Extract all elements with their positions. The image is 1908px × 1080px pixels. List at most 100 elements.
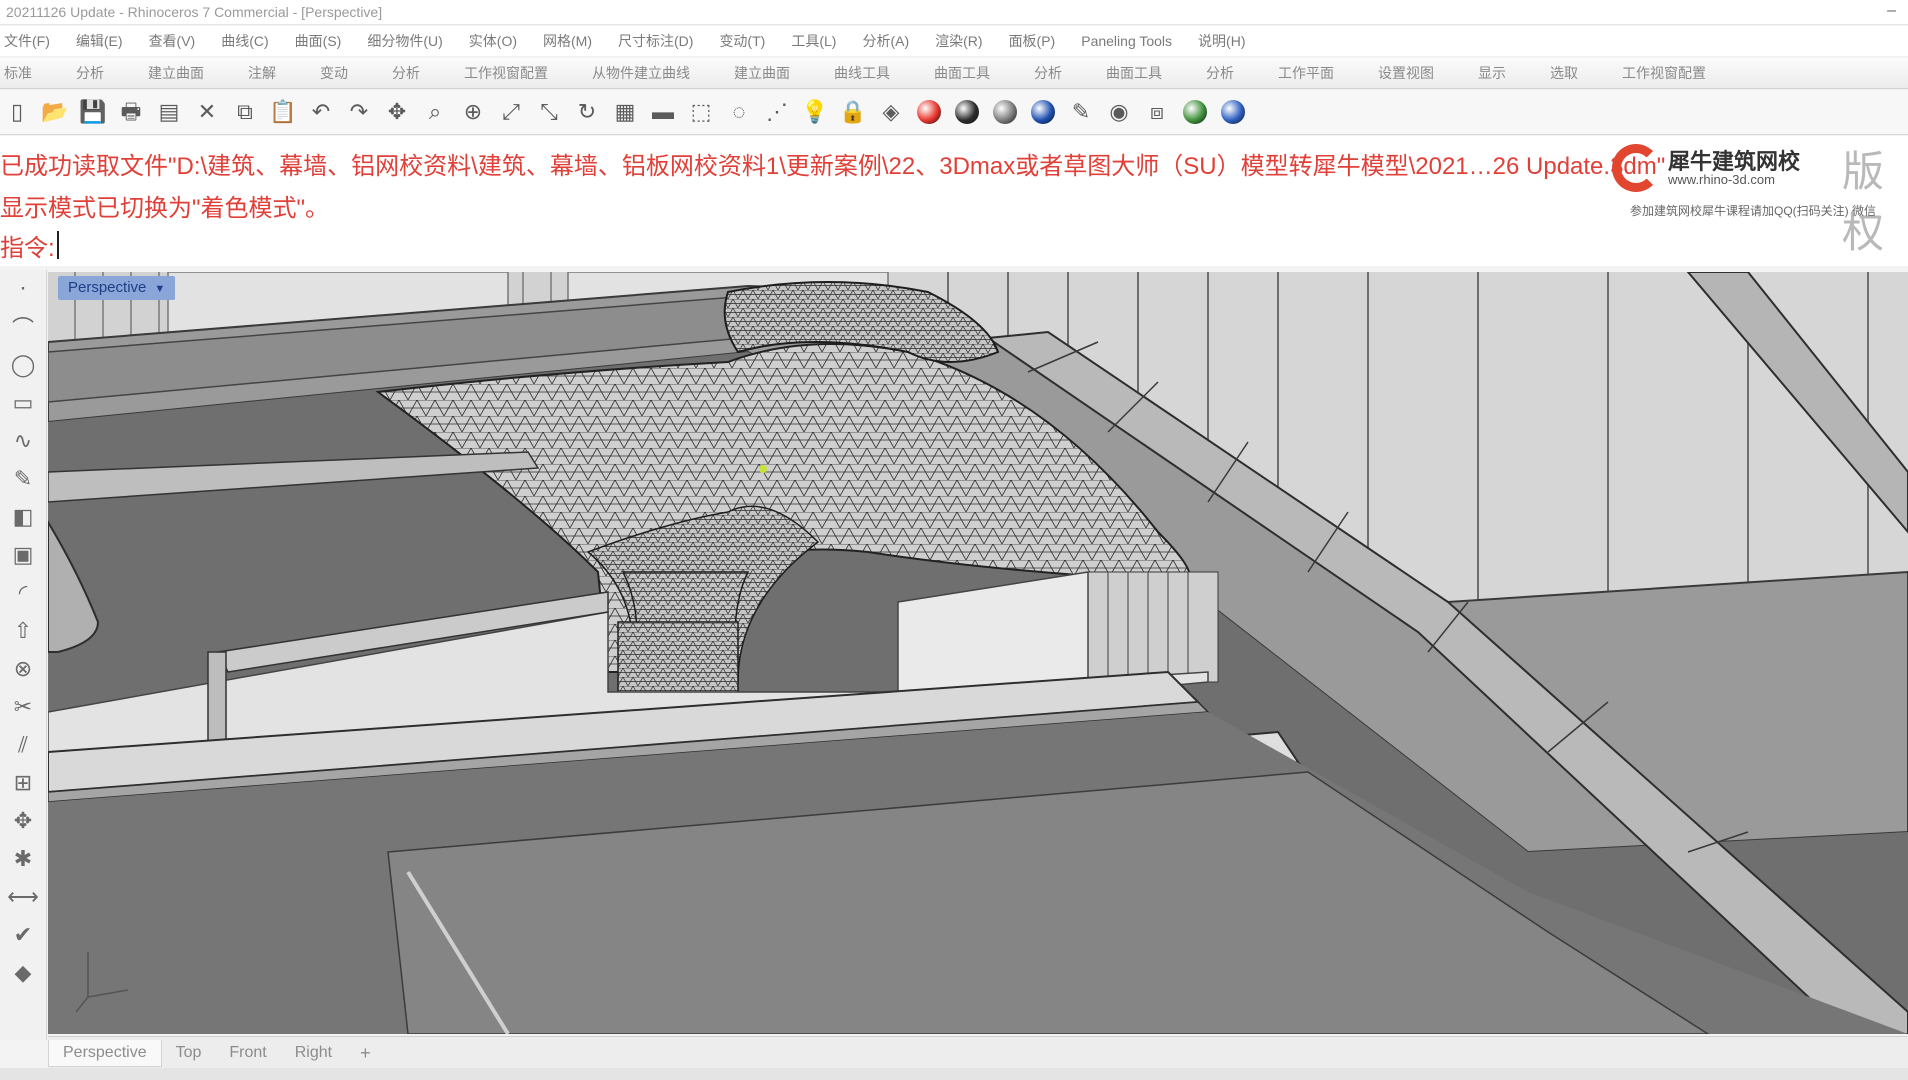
- toolbar-tab[interactable]: 标准: [0, 58, 54, 88]
- shaded-icon[interactable]: ◆: [0, 954, 46, 992]
- menu-item[interactable]: 曲线(C): [221, 31, 268, 51]
- toolbar-tab[interactable]: 分析: [370, 58, 442, 88]
- menu-item[interactable]: 变动(T): [719, 31, 765, 51]
- toolbar-tab[interactable]: 注解: [226, 58, 298, 88]
- toolbar-tab[interactable]: 分析: [54, 58, 126, 88]
- new-file-icon[interactable]: ▯: [2, 97, 32, 127]
- box-solid-icon[interactable]: ▣: [0, 536, 46, 574]
- toolbar-tab[interactable]: 分析: [1184, 58, 1256, 88]
- join-icon[interactable]: ⊞: [0, 764, 46, 802]
- help-icon[interactable]: [1218, 97, 1248, 127]
- zoom-selected-icon[interactable]: ⤡: [534, 97, 564, 127]
- menu-item[interactable]: 渲染(R): [935, 31, 982, 51]
- pan-icon[interactable]: ✥: [382, 97, 412, 127]
- rectangle-icon[interactable]: ▭: [0, 384, 46, 422]
- viewport-layout-icon[interactable]: ⧈: [1142, 97, 1172, 127]
- toolbar-tab[interactable]: 曲面工具: [1084, 58, 1184, 88]
- zoom-window-icon[interactable]: ⊕: [458, 97, 488, 127]
- toolbar-tab[interactable]: 工作视窗配置: [442, 58, 570, 88]
- light-icon[interactable]: 💡: [800, 97, 830, 127]
- menu-item[interactable]: 实体(O): [469, 31, 517, 51]
- surface-icon[interactable]: ◧: [0, 498, 46, 536]
- menu-item[interactable]: 查看(V): [149, 31, 196, 51]
- menu-item[interactable]: 编辑(E): [76, 31, 123, 51]
- render-icon[interactable]: ◉: [1104, 97, 1134, 127]
- check-icon[interactable]: ✔: [0, 916, 46, 954]
- boolean-icon[interactable]: ⊗: [0, 650, 46, 688]
- split-icon[interactable]: ⫽: [0, 726, 46, 764]
- open-folder-icon[interactable]: 📂: [40, 97, 70, 127]
- tab-right[interactable]: Right: [281, 1040, 346, 1066]
- toolbar-tab[interactable]: 选取: [1528, 58, 1600, 88]
- menu-item[interactable]: 面板(P): [1009, 31, 1056, 51]
- select-icon[interactable]: ⬚: [686, 97, 716, 127]
- menu-item[interactable]: 文件(F): [4, 31, 50, 51]
- toolbar-tab[interactable]: 从物件建立曲线: [570, 58, 712, 88]
- point-icon[interactable]: ⋅: [0, 270, 46, 308]
- add-viewport-button[interactable]: +: [346, 1039, 385, 1068]
- plane-icon[interactable]: ▬: [648, 97, 678, 127]
- explode-icon[interactable]: ✱: [0, 840, 46, 878]
- dimension-icon[interactable]: ⟷: [0, 878, 46, 916]
- print-icon[interactable]: 🖶: [116, 97, 146, 127]
- move-icon[interactable]: ✥: [0, 802, 46, 840]
- menu-item[interactable]: 曲面(S): [295, 31, 342, 51]
- toolbar-tab[interactable]: 工作平面: [1256, 58, 1356, 88]
- zoom-icon[interactable]: ⌕: [420, 97, 450, 127]
- trim-icon[interactable]: ✂: [0, 688, 46, 726]
- watermark: 犀牛建筑网校 www.rhino-3d.com 版权 参加建筑网校犀牛课程请加Q…: [1608, 136, 1908, 256]
- menu-item[interactable]: 分析(A): [862, 31, 909, 51]
- environment-sphere-icon[interactable]: [1028, 97, 1058, 127]
- extrude-icon[interactable]: ⇧: [0, 612, 46, 650]
- menu-item[interactable]: 细分物件(U): [367, 31, 442, 51]
- freeform-icon[interactable]: ✎: [0, 460, 46, 498]
- cut-icon[interactable]: ✕: [192, 97, 222, 127]
- polyline-icon[interactable]: ⌒: [0, 308, 46, 346]
- toolbar-tab[interactable]: 设置视图: [1356, 58, 1456, 88]
- curve-icon[interactable]: ∿: [0, 422, 46, 460]
- lasso-icon[interactable]: ◌: [724, 97, 754, 127]
- menu-item[interactable]: 网格(M): [543, 31, 592, 51]
- menu-item[interactable]: Paneling Tools: [1081, 33, 1172, 49]
- color-wheel-icon[interactable]: [914, 97, 944, 127]
- viewport-title[interactable]: Perspective ▼: [58, 276, 176, 300]
- command-input[interactable]: 指令:: [0, 228, 59, 262]
- menu-bar: 文件(F) 编辑(E) 查看(V) 曲线(C) 曲面(S) 细分物件(U) 实体(O) 网格(…: [0, 26, 1908, 56]
- redo-icon[interactable]: ↷: [344, 97, 374, 127]
- globe-icon[interactable]: [1180, 97, 1210, 127]
- lock-icon[interactable]: 🔒: [838, 97, 868, 127]
- grid-icon[interactable]: ▦: [610, 97, 640, 127]
- tab-front[interactable]: Front: [215, 1040, 280, 1066]
- toolbar-tab[interactable]: 分析: [1012, 58, 1084, 88]
- menu-item[interactable]: 工具(L): [791, 31, 836, 51]
- menu-item[interactable]: 说明(H): [1198, 31, 1245, 51]
- menu-item[interactable]: 尺寸标注(D): [618, 31, 693, 51]
- zoom-extents-icon[interactable]: ⤢: [496, 97, 526, 127]
- highlight-icon[interactable]: ✎: [1066, 97, 1096, 127]
- toolbar-tab[interactable]: 显示: [1456, 58, 1528, 88]
- layer-icon[interactable]: ◈: [876, 97, 906, 127]
- snap-icon[interactable]: ⋰: [762, 97, 792, 127]
- sidebar-toolbar: ⋅ ⌒ ◯ ▭ ∿ ✎ ◧ ▣ ◜ ⇧ ⊗ ✂ ⫽ ⊞ ✥ ✱ ⟷ ✔ ◆: [0, 270, 47, 1040]
- paste-icon[interactable]: 📋: [268, 97, 298, 127]
- import-icon[interactable]: ▤: [154, 97, 184, 127]
- undo-icon[interactable]: ↶: [306, 97, 336, 127]
- circle-icon[interactable]: ◯: [0, 346, 46, 384]
- toolbar-tab[interactable]: 工作视窗配置: [1600, 58, 1728, 88]
- material-sphere-icon[interactable]: [990, 97, 1020, 127]
- fillet-icon[interactable]: ◜: [0, 574, 46, 612]
- toolbar-tab[interactable]: 变动: [298, 58, 370, 88]
- render-sphere-icon[interactable]: [952, 97, 982, 127]
- command-history-line: 已成功读取文件"D:\建筑、幕墙、铝网校资料\建筑、幕墙、铝板网校资料1\更新案…: [0, 153, 1666, 180]
- copy-icon[interactable]: ⧉: [230, 97, 260, 127]
- rotate-view-icon[interactable]: ↻: [572, 97, 602, 127]
- toolbar-tab[interactable]: 曲线工具: [812, 58, 912, 88]
- toolbar-tab[interactable]: 建立曲面: [712, 58, 812, 88]
- perspective-viewport[interactable]: Perspective ▼: [48, 272, 1908, 1034]
- toolbar-tab[interactable]: 建立曲面: [126, 58, 226, 88]
- tab-top[interactable]: Top: [162, 1040, 216, 1066]
- save-icon[interactable]: 💾: [78, 97, 108, 127]
- tab-perspective[interactable]: Perspective: [48, 1039, 162, 1067]
- toolbar-tab[interactable]: 曲面工具: [912, 58, 1012, 88]
- minimize-icon[interactable]: –: [1887, 2, 1896, 20]
